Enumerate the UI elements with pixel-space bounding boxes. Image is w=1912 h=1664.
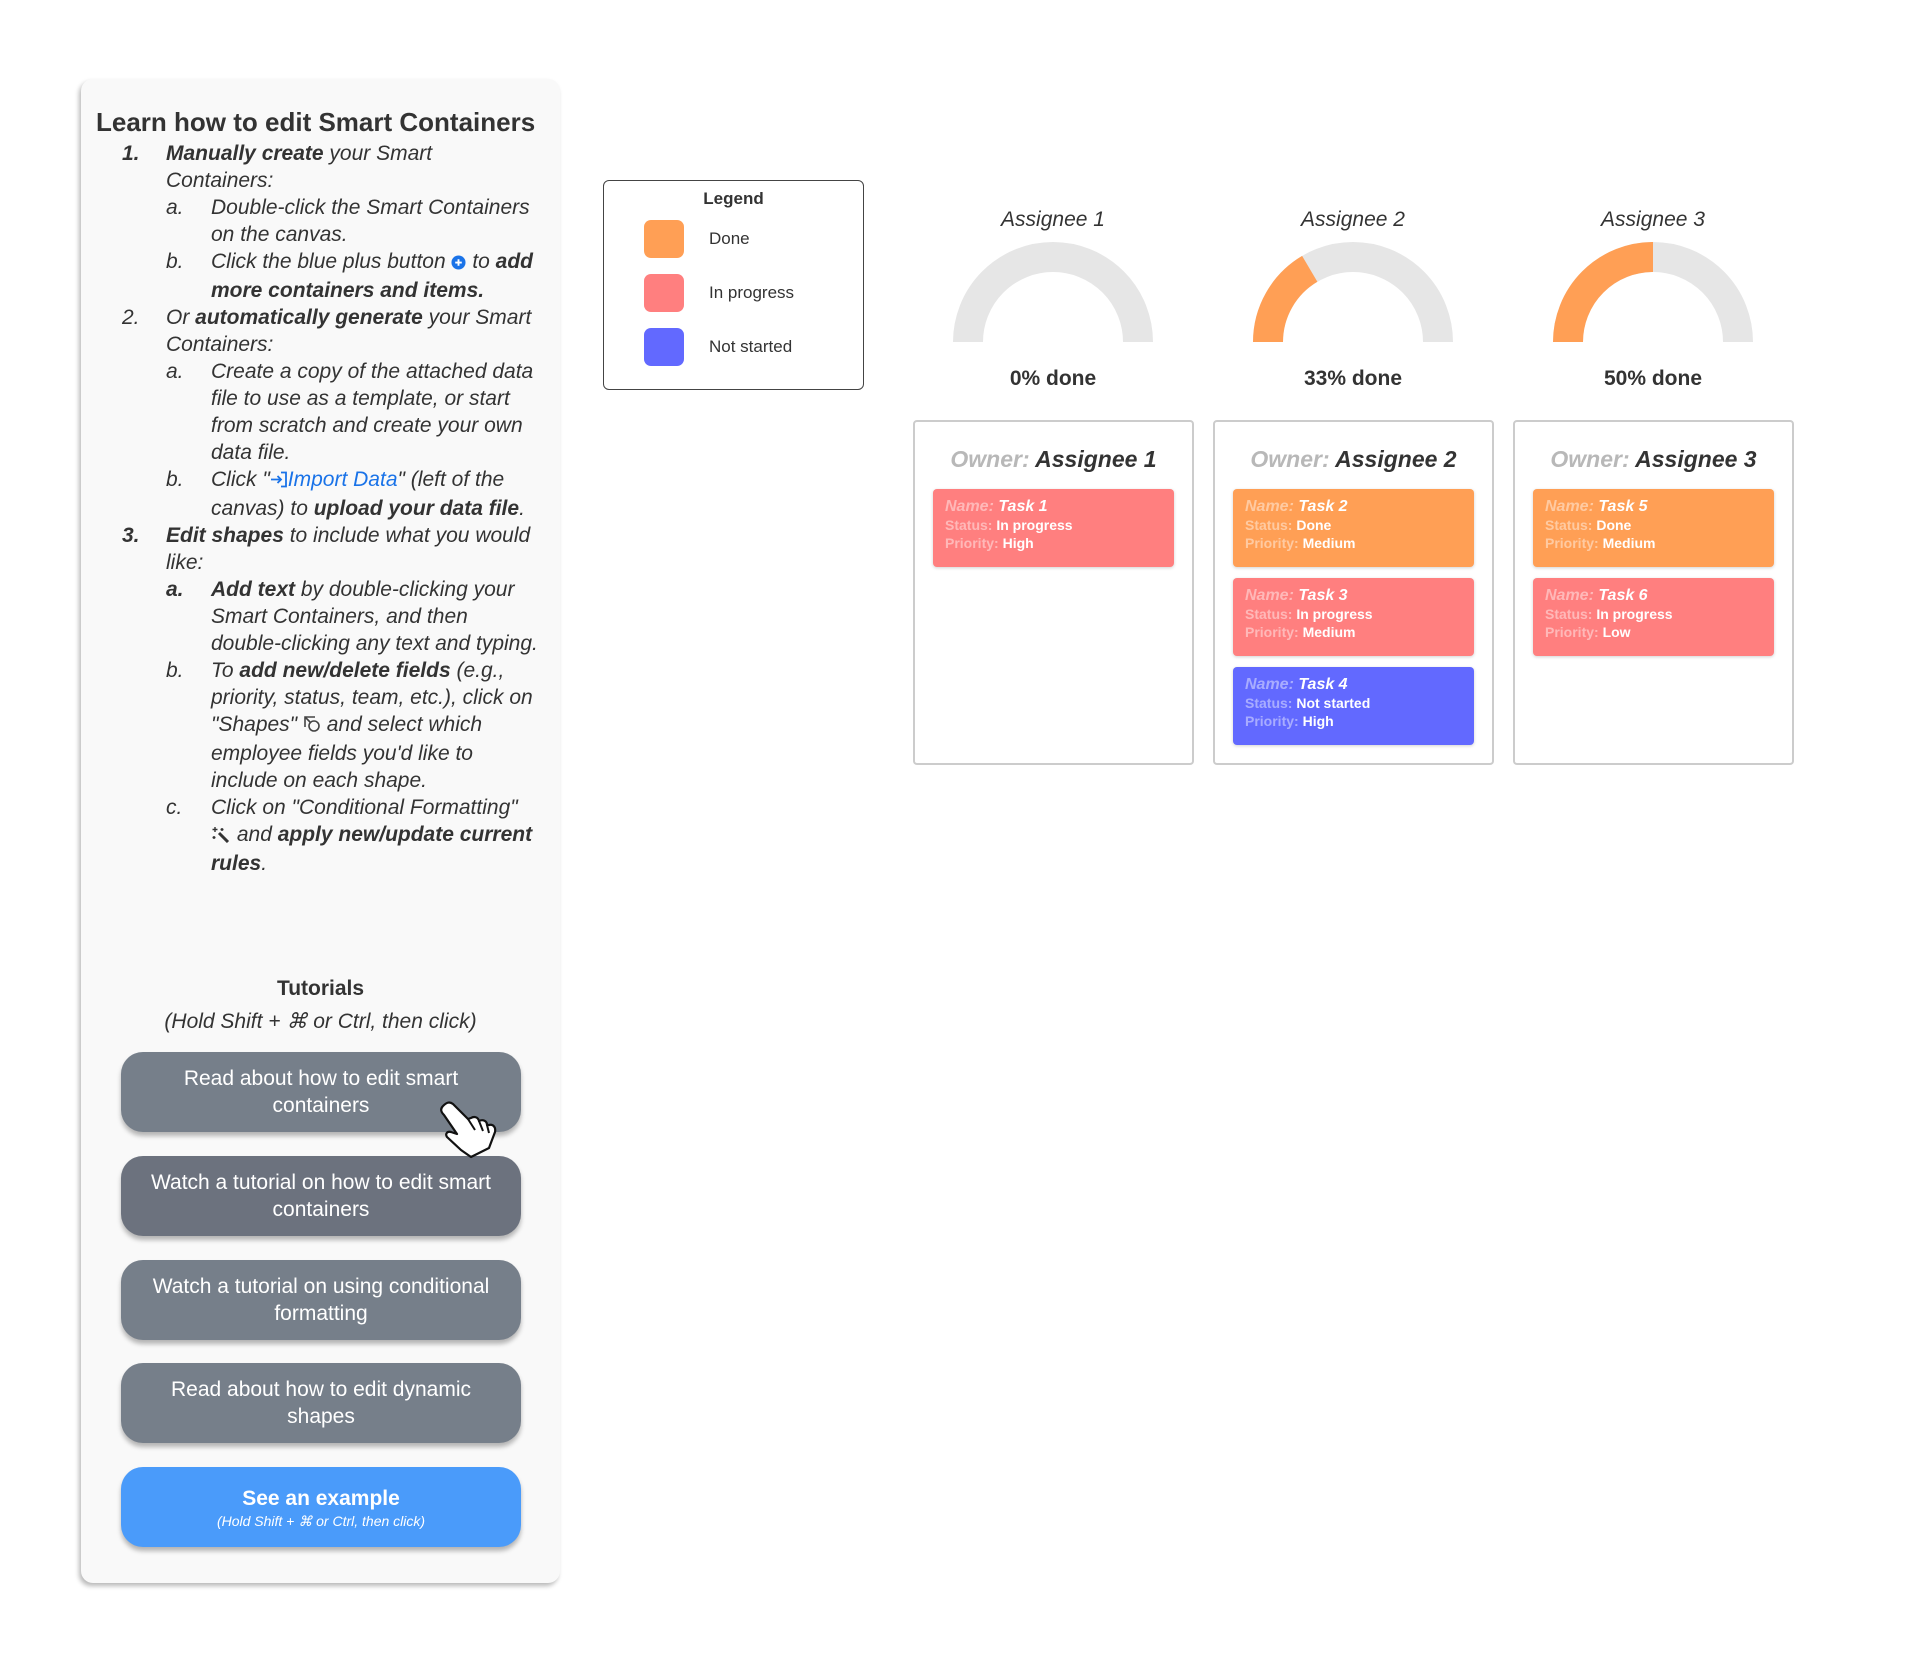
magic-wand-icon bbox=[211, 823, 231, 850]
task-card[interactable]: Name: Task 2 Status: Done Priority: Medium bbox=[1233, 489, 1474, 567]
task-status: Status: Done bbox=[1245, 517, 1332, 533]
legend-swatch-in-progress bbox=[644, 274, 684, 312]
gauge-fill bbox=[1253, 255, 1318, 343]
read-dynamic-shapes-button[interactable]: Read about how to edit dynamic shapes bbox=[121, 1363, 521, 1443]
gauge-progress-label: 33% done bbox=[1303, 367, 1403, 390]
panel-title: Learn how to edit Smart Containers bbox=[96, 107, 536, 137]
task-name: Name: Task 3 bbox=[1245, 587, 1348, 604]
task-card[interactable]: Name: Task 5 Status: Done Priority: Medium bbox=[1533, 489, 1774, 567]
task-card[interactable]: Name: Task 1 Status: In progress Priority:… bbox=[933, 489, 1174, 567]
legend: Legend Done In progress Not started bbox=[603, 180, 864, 390]
gauge-assignee-name: Assignee 3 bbox=[1601, 208, 1705, 231]
substep-3a: a. Add text by double-clicking your Smar… bbox=[166, 578, 538, 655]
task-name: Name: Task 6 bbox=[1545, 587, 1648, 604]
task-priority: Priority: High bbox=[945, 535, 1034, 551]
legend-item-in-progress: In progress bbox=[644, 274, 794, 312]
legend-item-done: Done bbox=[644, 220, 750, 258]
gauge-progress-label: 0% done bbox=[1009, 367, 1097, 390]
owner-title: Owner: Assignee 3 bbox=[1550, 446, 1757, 472]
gauge-assignee-name: Assignee 2 bbox=[1301, 208, 1405, 231]
step-number: 1. bbox=[122, 142, 140, 165]
step-2: 2. Or automatically generate your Smart … bbox=[81, 304, 560, 522]
steps-list: 1. Manually create your Smart Containers… bbox=[81, 140, 560, 877]
step-number: 3. bbox=[122, 524, 140, 547]
task-name: Name: Task 1 bbox=[945, 498, 1048, 515]
substep-1b: b. Click the blue plus button to add mor… bbox=[166, 250, 534, 302]
owner-title: Owner: Assignee 1 bbox=[950, 446, 1157, 472]
owner-container[interactable]: Owner: Assignee 1 Name: Task 1 Status: In … bbox=[913, 420, 1194, 765]
task-status: Status: In progress bbox=[1545, 606, 1673, 622]
gauge-assignee-name: Assignee 1 bbox=[1001, 208, 1105, 231]
task-card[interactable]: Name: Task 6 Status: In progress Priority:… bbox=[1533, 578, 1774, 656]
legend-item-not-started: Not started bbox=[644, 328, 792, 366]
plus-circle-icon bbox=[451, 250, 467, 277]
tutorials-title: Tutorials bbox=[276, 977, 365, 1000]
task-status: Status: In progress bbox=[1245, 606, 1373, 622]
legend-title: Legend bbox=[703, 189, 764, 208]
task-priority: Priority: Medium bbox=[1545, 535, 1656, 551]
task-status: Status: Not started bbox=[1245, 695, 1371, 711]
import-icon bbox=[270, 468, 288, 495]
import-data-link[interactable]: Import Data bbox=[288, 468, 398, 491]
task-priority: Priority: High bbox=[1245, 713, 1334, 729]
task-priority: Priority: Low bbox=[1545, 624, 1631, 640]
step-bold-text: Manually create bbox=[166, 142, 324, 165]
watch-conditional-formatting-tutorial-button[interactable]: Watch a tutorial on using conditional fo… bbox=[121, 1260, 521, 1340]
owner-container[interactable]: Owner: Assignee 3 Name: Task 5 Status: Don… bbox=[1513, 420, 1794, 765]
shapes-icon bbox=[303, 713, 321, 740]
task-card[interactable]: Name: Task 4 Status: Not started Priority:… bbox=[1233, 667, 1474, 745]
watch-smart-containers-tutorial-button[interactable]: Watch a tutorial on how to edit smart co… bbox=[121, 1156, 521, 1236]
gauge-fill bbox=[1553, 242, 1654, 343]
gauge-track bbox=[953, 242, 1153, 343]
task-card[interactable]: Name: Task 3 Status: In progress Priority:… bbox=[1233, 578, 1474, 656]
hand-pointer-cursor-icon bbox=[437, 1100, 499, 1160]
step-3: 3. Edit shapes to include what you would… bbox=[81, 522, 560, 877]
task-name: Name: Task 5 bbox=[1545, 498, 1648, 515]
see-example-hint: (Hold Shift + ⌘ or Ctrl, then click) bbox=[216, 1512, 426, 1529]
substep-3b: b. To add new/delete fields (e.g., prior… bbox=[166, 659, 533, 792]
step-1: 1. Manually create your Smart Containers… bbox=[81, 140, 560, 304]
substep-1a: a. Double-click the Smart Containers on … bbox=[166, 196, 530, 246]
instructions-panel: Learn how to edit Smart Containers 1. Ma… bbox=[81, 79, 560, 1583]
progress-gauge bbox=[1553, 242, 1753, 343]
tutorials-hint: (Hold Shift + ⌘ or Ctrl, then click) bbox=[164, 1010, 477, 1033]
legend-swatch-done bbox=[644, 220, 684, 258]
task-priority: Priority: Medium bbox=[1245, 624, 1356, 640]
task-status: Status: In progress bbox=[945, 517, 1073, 533]
owner-title: Owner: Assignee 2 bbox=[1250, 446, 1457, 472]
gauge-progress-label: 50% done bbox=[1603, 367, 1703, 390]
legend-swatch-not-started bbox=[644, 328, 684, 366]
task-status: Status: Done bbox=[1545, 517, 1632, 533]
task-name: Name: Task 4 bbox=[1245, 676, 1348, 693]
owner-container[interactable]: Owner: Assignee 2 Name: Task 2 Status: Don… bbox=[1213, 420, 1494, 765]
task-priority: Priority: Medium bbox=[1245, 535, 1356, 551]
substep-2b: b. Click " Import Data" (left of the canv… bbox=[166, 468, 525, 520]
step-number: 2. bbox=[122, 306, 140, 329]
see-example-button[interactable]: See an example (Hold Shift + ⌘ or Ctrl, … bbox=[121, 1467, 521, 1547]
substep-2a: a. Create a copy of the attached data fi… bbox=[166, 360, 534, 464]
task-name: Name: Task 2 bbox=[1245, 498, 1348, 515]
progress-gauge bbox=[953, 242, 1153, 343]
progress-gauge bbox=[1253, 242, 1453, 343]
substep-3c: c. Click on "Conditional Formatting" and… bbox=[166, 796, 533, 875]
see-example-label: See an example bbox=[242, 1486, 400, 1510]
